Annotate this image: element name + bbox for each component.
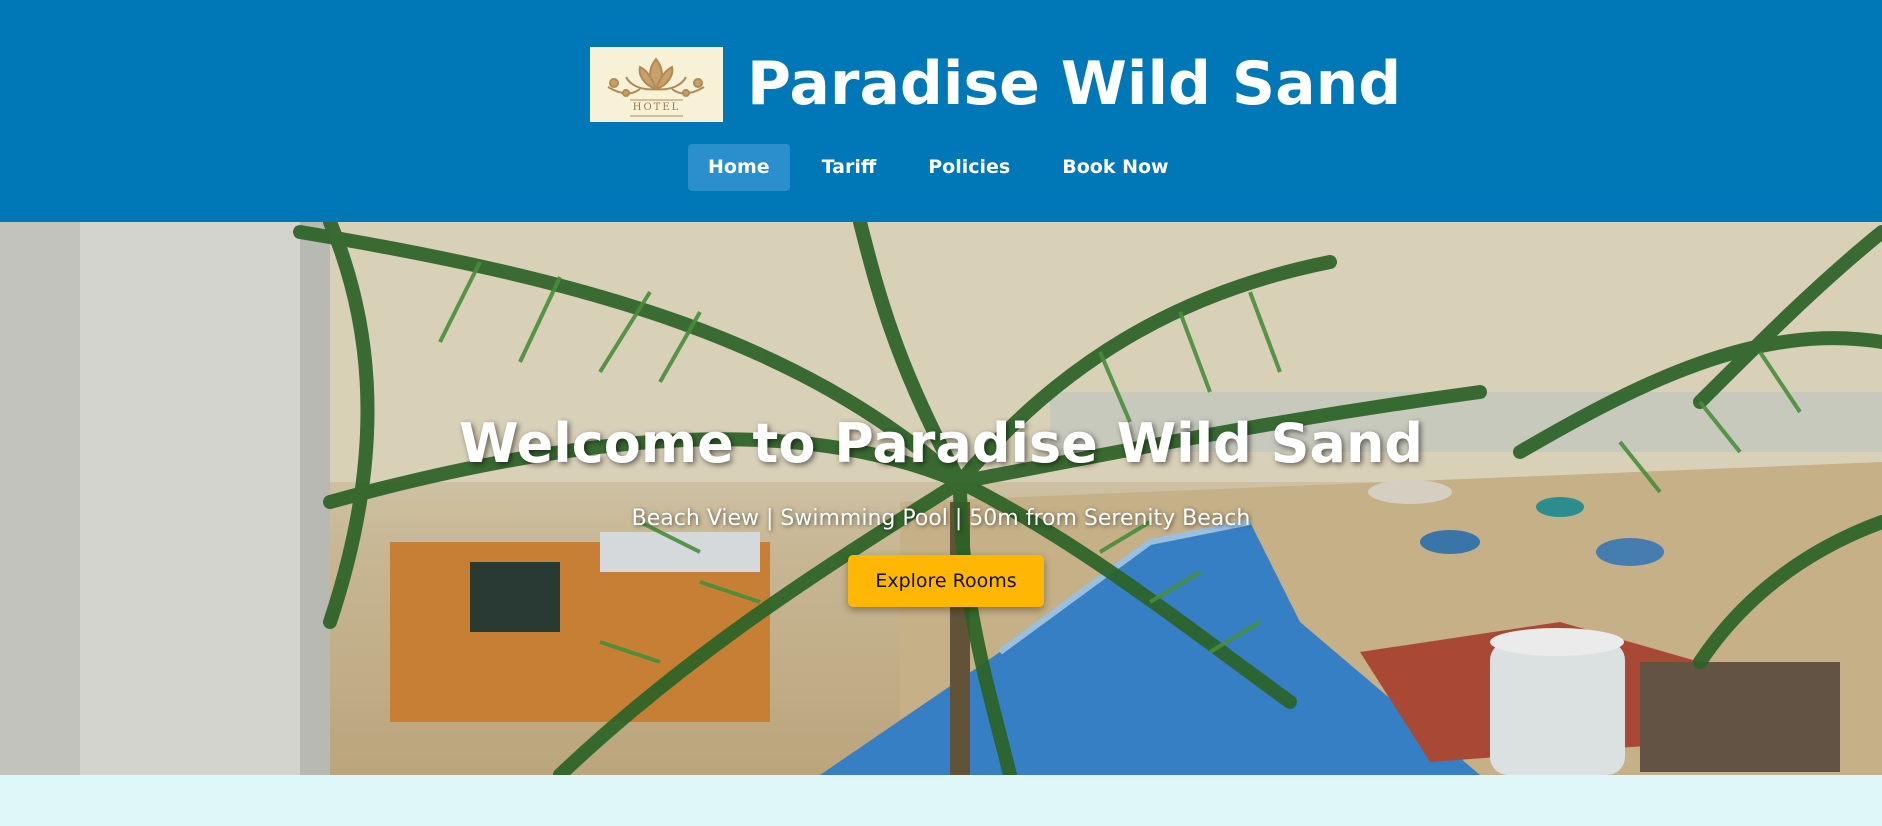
brand[interactable]: HOTEL Paradise Wild Sand xyxy=(590,46,1401,122)
nav-item-book-now[interactable]: Book Now xyxy=(1042,144,1188,191)
explore-rooms-button[interactable]: Explore Rooms xyxy=(848,555,1044,607)
hotel-logo[interactable]: HOTEL xyxy=(590,46,723,122)
hero-section: Welcome to Paradise Wild Sand Beach View… xyxy=(0,222,1882,775)
logo-hotel-text: HOTEL xyxy=(632,101,681,113)
nav-item-policies[interactable]: Policies xyxy=(908,144,1030,191)
content-section-top xyxy=(0,775,1882,826)
site-title[interactable]: Paradise Wild Sand xyxy=(747,46,1401,122)
hero-overlay xyxy=(0,222,1882,775)
hero-subheading: Beach View | Swimming Pool | 50m from Se… xyxy=(631,506,1251,531)
site-header: HOTEL Paradise Wild Sand Home Tariff Pol… xyxy=(0,0,1882,222)
hero-heading: Welcome to Paradise Wild Sand xyxy=(458,412,1424,475)
nav-item-home[interactable]: Home xyxy=(688,144,790,191)
nav-item-tariff[interactable]: Tariff xyxy=(802,144,897,191)
main-nav: Home Tariff Policies Book Now xyxy=(688,144,1189,191)
